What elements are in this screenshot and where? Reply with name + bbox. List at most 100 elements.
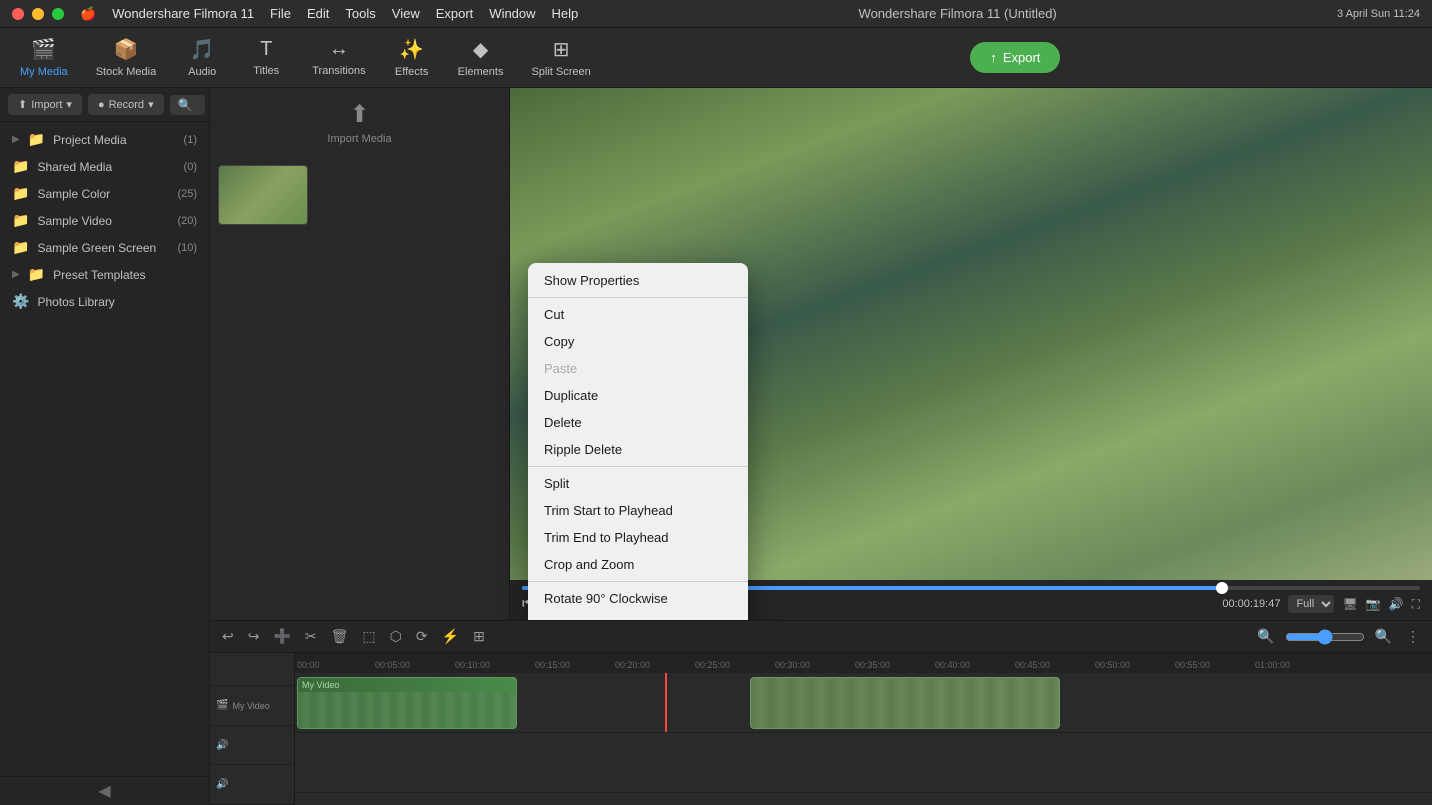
- preset-templates-label: Preset Templates: [53, 268, 146, 282]
- ruler-mark-10: 00:50:00: [1095, 660, 1130, 670]
- edit-menu[interactable]: Edit: [307, 6, 329, 21]
- minimize-button[interactable]: [32, 8, 44, 20]
- toolbar-split-screen[interactable]: ⊞ Split Screen: [519, 32, 602, 84]
- ctx-trim-start[interactable]: Trim Start to Playhead: [528, 497, 748, 524]
- rotate-cw-label: Rotate 90° Clockwise: [544, 591, 668, 606]
- duplicate-label: Duplicate: [544, 388, 598, 403]
- toolbar-my-media[interactable]: 🎬 My Media: [8, 32, 80, 84]
- app-menu[interactable]: Wondershare Filmora 11: [112, 6, 254, 21]
- ctx-separator-1: [528, 297, 748, 298]
- tools-menu[interactable]: Tools: [345, 6, 375, 21]
- ctx-duplicate[interactable]: Duplicate: [528, 382, 748, 409]
- redo-button[interactable]: ↪: [244, 626, 264, 647]
- import-media-label: Import Media: [327, 133, 391, 145]
- rotate-button[interactable]: ⟳: [412, 626, 432, 647]
- my-media-label: My Media: [20, 66, 68, 78]
- zoom-out-button[interactable]: 🔍: [1371, 626, 1396, 647]
- record-label: Record: [109, 99, 144, 111]
- ctx-delete[interactable]: Delete: [528, 409, 748, 436]
- sidebar-item-project-media[interactable]: ▶ 📁 Project Media (1): [0, 126, 209, 153]
- video-clip-2[interactable]: [750, 677, 1060, 729]
- import-button[interactable]: ⬆ Import ▾: [8, 94, 82, 115]
- screenshot-icon[interactable]: 📷: [1366, 597, 1381, 611]
- sidebar-item-preset-templates[interactable]: ▶ 📁 Preset Templates: [0, 261, 209, 288]
- crop-button[interactable]: ⬚: [358, 626, 379, 647]
- my-media-icon: 🎬: [31, 37, 56, 62]
- thumbnail-image-1: [219, 166, 307, 224]
- sidebar-item-shared-media[interactable]: 📁 Shared Media (0): [0, 153, 209, 180]
- ruler-mark-7: 00:35:00: [855, 660, 890, 670]
- apple-menu[interactable]: 🍎: [80, 6, 96, 22]
- sidebar-item-sample-video[interactable]: 📁 Sample Video (20): [0, 207, 209, 234]
- sidebar-item-sample-green[interactable]: 📁 Sample Green Screen (10): [0, 234, 209, 261]
- close-button[interactable]: [12, 8, 24, 20]
- timeline-tracks: 00:00 00:05:00 00:10:00 00:15:00 00:20:0…: [295, 653, 1432, 805]
- delete-segment-button[interactable]: 🗑: [327, 626, 353, 647]
- toolbar-elements[interactable]: ◆ Elements: [446, 32, 516, 84]
- export-menu[interactable]: Export: [436, 6, 474, 21]
- ruler-mark-5: 00:25:00: [695, 660, 730, 670]
- split-label: Split: [544, 476, 569, 491]
- monitor-icon[interactable]: 🖥: [1342, 597, 1357, 611]
- ctx-show-properties[interactable]: Show Properties: [528, 267, 748, 294]
- toolbar-audio[interactable]: 🎵 Audio: [172, 32, 232, 84]
- volume-icon[interactable]: 🔊: [1389, 597, 1404, 611]
- video-clip-1[interactable]: My Video: [297, 677, 517, 729]
- export-button[interactable]: ↑ Export: [970, 42, 1060, 73]
- ruler-mark-8: 00:40:00: [935, 660, 970, 670]
- crop-zoom-label: Crop and Zoom: [544, 557, 634, 572]
- zoom-slider[interactable]: [1285, 629, 1365, 645]
- fullscreen-icon[interactable]: ⛶: [1412, 597, 1420, 612]
- sidebar: ⬆ Import ▾ ● Record ▾ 🔍 ⚡ ⊞ ▶: [0, 88, 210, 805]
- toolbar-transitions[interactable]: ↔ Transitions: [300, 32, 377, 84]
- timeline-ruler: 00:00 00:05:00 00:10:00 00:15:00 00:20:0…: [295, 653, 1432, 673]
- quality-select[interactable]: Full 1/2 1/4: [1288, 595, 1334, 613]
- window-menu[interactable]: Window: [489, 6, 535, 21]
- import-chevron-icon: ▾: [66, 98, 72, 111]
- sidebar-item-photos-library[interactable]: ⚙️ Photos Library: [0, 288, 209, 315]
- sidebar-item-sample-color[interactable]: 📁 Sample Color (25): [0, 180, 209, 207]
- app-toolbar: 🎬 My Media 📦 Stock Media 🎵 Audio T Title…: [0, 28, 1432, 88]
- toolbar-stock-media[interactable]: 📦 Stock Media: [84, 32, 169, 84]
- audio-label: Audio: [188, 66, 216, 78]
- view-menu[interactable]: View: [392, 6, 420, 21]
- scissors-button[interactable]: ✂: [301, 626, 321, 647]
- sample-video-icon: 📁: [12, 212, 29, 229]
- ctx-rotate-cw[interactable]: Rotate 90° Clockwise: [528, 585, 748, 612]
- ctx-rotate-ccw[interactable]: Rotate 90° CounterClockwise: [528, 612, 748, 620]
- speed-button[interactable]: ⚡: [438, 626, 463, 647]
- more-button[interactable]: ⋮: [1402, 626, 1424, 647]
- ruler-mark-11: 00:55:00: [1175, 660, 1210, 670]
- video-track: My Video: [295, 673, 1432, 733]
- ctx-split[interactable]: Split: [528, 470, 748, 497]
- undo-button[interactable]: ↩: [218, 626, 238, 647]
- import-media-button[interactable]: ⬆ Import Media: [210, 88, 509, 157]
- record-button[interactable]: ● Record ▾: [88, 94, 164, 115]
- help-menu[interactable]: Help: [552, 6, 579, 21]
- toolbar-effects[interactable]: ✨ Effects: [382, 32, 442, 84]
- shared-media-label: Shared Media: [37, 160, 112, 174]
- timeline-toolbar: ↩ ↪ ➕ ✂ 🗑 ⬚ ⬡ ⟳ ⚡ ⊞ 🔍 🔍 ⋮: [210, 621, 1432, 653]
- search-box[interactable]: 🔍: [170, 95, 205, 115]
- toolbar-titles[interactable]: T Titles: [236, 32, 296, 84]
- ctx-crop-zoom[interactable]: Crop and Zoom: [528, 551, 748, 578]
- ctx-ripple-delete[interactable]: Ripple Delete: [528, 436, 748, 463]
- photos-library-icon: ⚙️: [12, 293, 29, 310]
- add-track-button[interactable]: ➕: [269, 626, 294, 647]
- file-menu[interactable]: File: [270, 6, 291, 21]
- shared-media-count: (0): [184, 161, 197, 173]
- mask-button[interactable]: ⬡: [386, 626, 406, 647]
- maximize-button[interactable]: [52, 8, 64, 20]
- collapse-panel-icon[interactable]: ◀: [98, 781, 110, 801]
- media-thumbnail-1[interactable]: [218, 165, 308, 225]
- ctx-trim-end[interactable]: Trim End to Playhead: [528, 524, 748, 551]
- transitions-icon: ↔: [329, 38, 349, 61]
- zoom-in-button[interactable]: 🔍: [1253, 626, 1278, 647]
- ctx-cut[interactable]: Cut: [528, 301, 748, 328]
- photos-library-label: Photos Library: [37, 295, 114, 309]
- zoom-fit-button[interactable]: ⊞: [469, 626, 489, 647]
- transitions-label: Transitions: [312, 65, 365, 77]
- project-media-count: (1): [184, 134, 197, 146]
- track-type-icon: 🎬: [216, 700, 228, 711]
- ctx-copy[interactable]: Copy: [528, 328, 748, 355]
